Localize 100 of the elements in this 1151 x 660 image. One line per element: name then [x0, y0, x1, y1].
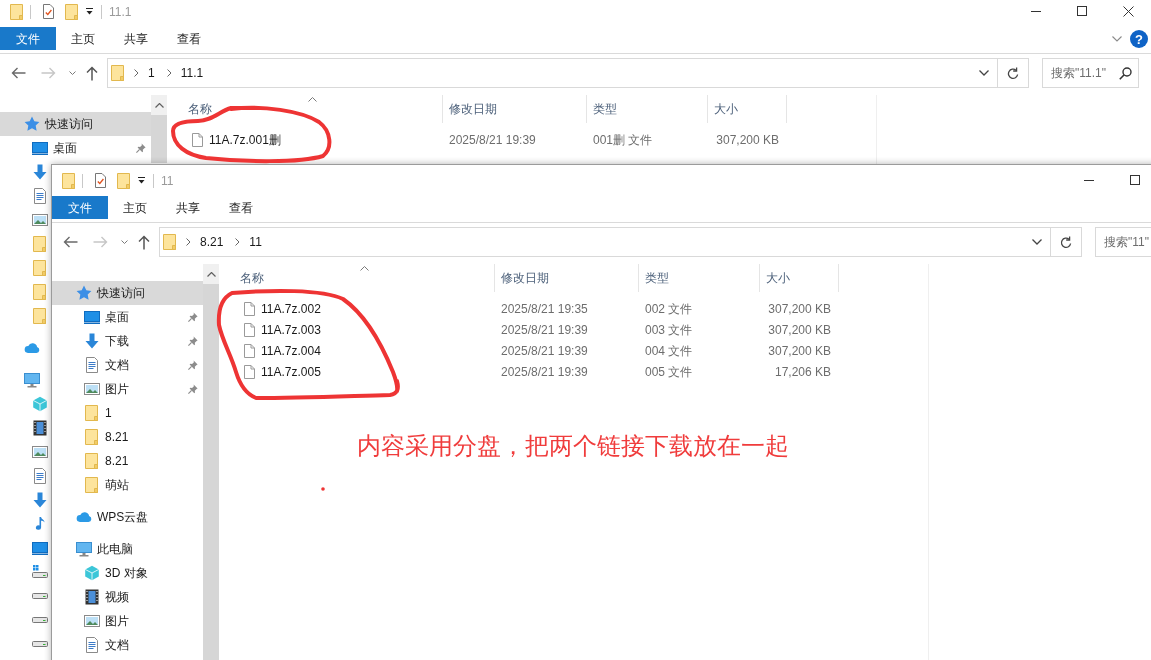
file-type: 001删 文件 — [592, 131, 654, 149]
refresh-button[interactable] — [998, 58, 1029, 88]
cloud-icon — [24, 340, 40, 356]
modified-date: 2025/8/21 19:35 — [500, 300, 589, 318]
breadcrumb-item[interactable]: 11.1 — [180, 64, 204, 82]
folder-icon — [32, 260, 48, 276]
desktop-icon — [32, 540, 48, 556]
down-arrow-icon — [32, 164, 48, 180]
desktop-icon — [84, 309, 100, 325]
film-icon — [84, 589, 100, 605]
modified-date: 2025/8/21 19:39 — [500, 342, 589, 360]
breadcrumb-item[interactable]: 8.21 — [200, 233, 224, 251]
star-icon — [24, 116, 40, 132]
file-size: 307,200 KB — [767, 321, 832, 339]
chevron-down-icon[interactable] — [1112, 36, 1122, 42]
refresh-button[interactable] — [1051, 227, 1082, 257]
file-name[interactable]: 11A.7z.001删 — [209, 130, 281, 149]
pin-icon — [188, 336, 198, 346]
ribbon-tab[interactable]: 主页 — [108, 196, 161, 219]
chevron-right-icon — [166, 69, 172, 77]
nav-item[interactable]: 3D 对象 — [52, 561, 148, 585]
file-type: 005 文件 — [644, 363, 694, 381]
nav-item[interactable]: 图片 — [52, 377, 203, 401]
column-header[interactable]: 名称 — [219, 264, 495, 292]
address-bar[interactable]: 8.21 11 — [159, 227, 1051, 257]
pin-icon — [188, 360, 198, 370]
nav-item[interactable]: 下载 — [52, 329, 203, 353]
dropdown-icon[interactable] — [86, 8, 93, 15]
column-header[interactable]: 大小 — [708, 95, 787, 123]
folder-icon — [84, 453, 100, 469]
column-header[interactable]: 修改日期 — [443, 95, 587, 123]
file-size: 307,200 KB — [767, 300, 832, 318]
ribbon-tab[interactable]: 共享 — [109, 27, 162, 50]
refresh-icon — [1060, 235, 1072, 249]
arrow-left-icon — [62, 236, 78, 248]
dropdown-icon[interactable] — [138, 177, 145, 184]
minimize-icon — [1031, 10, 1041, 12]
file-name[interactable]: 11A.7z.003 — [261, 320, 321, 339]
cloud-icon — [76, 509, 92, 525]
address-dropdown-button[interactable] — [1032, 238, 1042, 246]
nav-item[interactable]: 快速访问 — [52, 281, 203, 305]
nav-item[interactable]: 8.21 — [52, 425, 129, 449]
nav-item[interactable]: 8.21 — [52, 449, 129, 473]
column-header[interactable]: 类型 — [587, 95, 708, 123]
nav-item[interactable]: 桌面 — [0, 136, 151, 160]
file-size: 17,206 KB — [773, 363, 832, 381]
nav-item[interactable]: WPS云盘 — [52, 505, 149, 529]
drive-icon — [32, 641, 48, 647]
pin-icon — [188, 384, 198, 394]
drive-icon — [32, 564, 48, 580]
drive-icon — [32, 593, 48, 599]
document-check-icon[interactable] — [95, 173, 106, 188]
nav-item[interactable]: 萌站 — [52, 473, 129, 497]
file-name[interactable]: 11A.7z.004 — [261, 341, 321, 360]
nav-item[interactable]: 视频 — [52, 585, 129, 609]
window-title: 11.1 — [109, 3, 132, 21]
document-icon — [84, 637, 100, 653]
file-icon — [244, 343, 255, 358]
ribbon-tab[interactable]: 查看 — [214, 196, 267, 219]
modified-date: 2025/8/21 19:39 — [500, 321, 589, 339]
column-header[interactable]: 修改日期 — [495, 264, 639, 292]
nav-item[interactable]: 1 — [52, 401, 112, 425]
pin-icon — [188, 312, 198, 322]
nav-item[interactable]: 图片 — [52, 609, 129, 633]
column-header[interactable]: 名称 — [167, 95, 443, 123]
ribbon-tab[interactable]: 查看 — [162, 27, 215, 50]
nav-item[interactable]: 快速访问 — [0, 112, 151, 136]
search-field[interactable]: 搜索"11.1" — [1042, 58, 1139, 88]
annotation-text: 内容采用分盘，把两个链接下载放在一起 — [357, 431, 789, 461]
file-name[interactable]: 11A.7z.005 — [261, 362, 321, 381]
monitor-icon — [76, 541, 92, 557]
help-button[interactable]: ? — [1130, 30, 1148, 48]
film-icon — [32, 420, 48, 436]
search-field[interactable]: 搜索"11" — [1095, 227, 1151, 257]
address-dropdown-button[interactable] — [979, 69, 989, 77]
address-bar[interactable]: 1 11.1 — [107, 58, 998, 88]
file-icon — [244, 301, 255, 316]
nav-item[interactable]: 此电脑 — [52, 537, 133, 561]
folder-icon — [84, 477, 100, 493]
ribbon-tab[interactable]: 主页 — [56, 27, 109, 50]
arrow-up-icon — [86, 65, 98, 81]
document-check-icon[interactable] — [43, 4, 54, 19]
drive-icon — [32, 617, 48, 623]
folder-icon — [84, 429, 100, 445]
column-header[interactable]: 大小 — [760, 264, 839, 292]
search-icon[interactable] — [1119, 67, 1132, 80]
nav-item[interactable]: 桌面 — [52, 305, 203, 329]
nav-item[interactable]: 文档 — [52, 353, 203, 377]
breadcrumb-item[interactable]: 11 — [249, 233, 262, 251]
column-header[interactable]: 类型 — [639, 264, 760, 292]
file-menu-tab[interactable]: 文件 — [0, 27, 56, 50]
scrollbar-thumb[interactable] — [151, 115, 167, 163]
breadcrumb-item[interactable]: 1 — [148, 64, 155, 82]
file-size: 307,200 KB — [715, 131, 780, 149]
file-menu-tab[interactable]: 文件 — [52, 196, 108, 219]
file-name[interactable]: 11A.7z.002 — [261, 299, 321, 318]
ribbon-tab[interactable]: 共享 — [161, 196, 214, 219]
folder-icon — [163, 234, 177, 250]
nav-item[interactable]: 文档 — [52, 633, 129, 657]
star-icon — [76, 285, 92, 301]
